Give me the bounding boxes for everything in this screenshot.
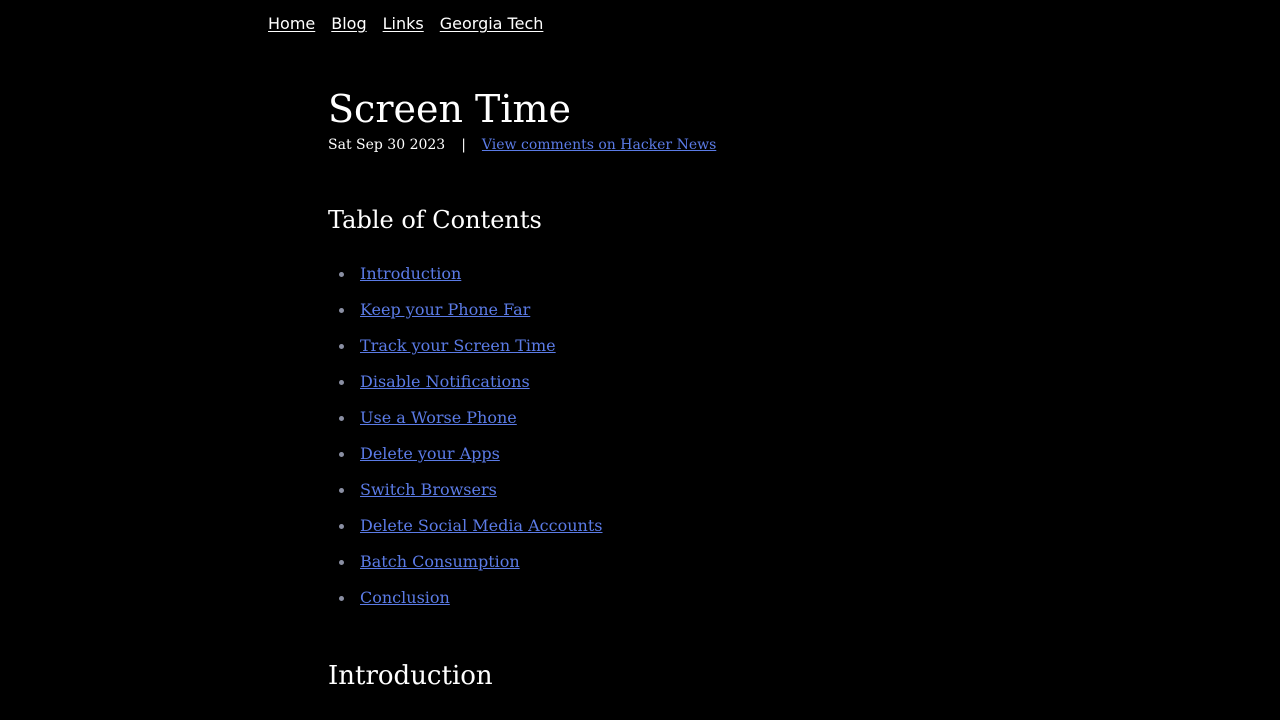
post-content: Screen Time Sat Sep 30 2023 | View comme…: [328, 84, 1088, 691]
bullet-icon: [339, 272, 344, 277]
bullet-icon: [339, 488, 344, 493]
toc-link-delete-social-media-accounts[interactable]: Delete Social Media Accounts: [360, 516, 602, 535]
nav-link-home[interactable]: Home: [268, 12, 315, 36]
hacker-news-comments-link[interactable]: View comments on Hacker News: [482, 135, 716, 155]
toc-link-conclusion[interactable]: Conclusion: [360, 588, 450, 607]
toc-link-track-your-screen-time[interactable]: Track your Screen Time: [360, 336, 556, 355]
toc-link-delete-your-apps[interactable]: Delete your Apps: [360, 444, 500, 463]
top-nav: Home Blog Links Georgia Tech: [268, 12, 543, 36]
toc-item: Conclusion: [339, 580, 602, 616]
bullet-icon: [339, 380, 344, 385]
bullet-icon: [339, 344, 344, 349]
bullet-icon: [339, 452, 344, 457]
bullet-icon: [339, 524, 344, 529]
toc-link-switch-browsers[interactable]: Switch Browsers: [360, 480, 497, 499]
toc-item: Introduction: [339, 256, 602, 292]
toc-item: Track your Screen Time: [339, 328, 602, 364]
bullet-icon: [339, 416, 344, 421]
toc-item: Disable Notifications: [339, 364, 602, 400]
bullet-icon: [339, 308, 344, 313]
bullet-icon: [339, 596, 344, 601]
toc-link-batch-consumption[interactable]: Batch Consumption: [360, 552, 520, 571]
bullet-icon: [339, 560, 344, 565]
meta-separator: |: [461, 137, 466, 153]
post-meta: Sat Sep 30 2023 | View comments on Hacke…: [328, 135, 1088, 155]
toc-link-keep-your-phone-far[interactable]: Keep your Phone Far: [360, 300, 530, 319]
section-heading-introduction: Introduction: [328, 661, 493, 691]
toc-list: Introduction Keep your Phone Far Track y…: [328, 256, 602, 616]
toc-link-disable-notifications[interactable]: Disable Notifications: [360, 372, 530, 391]
toc-item: Switch Browsers: [339, 472, 602, 508]
toc-link-use-a-worse-phone[interactable]: Use a Worse Phone: [360, 408, 517, 427]
post-date: Sat Sep 30 2023: [328, 137, 446, 153]
toc-item: Keep your Phone Far: [339, 292, 602, 328]
toc-link-introduction[interactable]: Introduction: [360, 264, 461, 283]
nav-link-georgia-tech[interactable]: Georgia Tech: [440, 12, 544, 36]
toc-item: Use a Worse Phone: [339, 400, 602, 436]
nav-link-blog[interactable]: Blog: [331, 12, 366, 36]
toc-item: Batch Consumption: [339, 544, 602, 580]
nav-link-links[interactable]: Links: [383, 12, 424, 36]
toc-item: Delete your Apps: [339, 436, 602, 472]
toc-item: Delete Social Media Accounts: [339, 508, 602, 544]
toc-heading: Table of Contents: [328, 206, 542, 234]
post-title: Screen Time: [328, 87, 572, 131]
